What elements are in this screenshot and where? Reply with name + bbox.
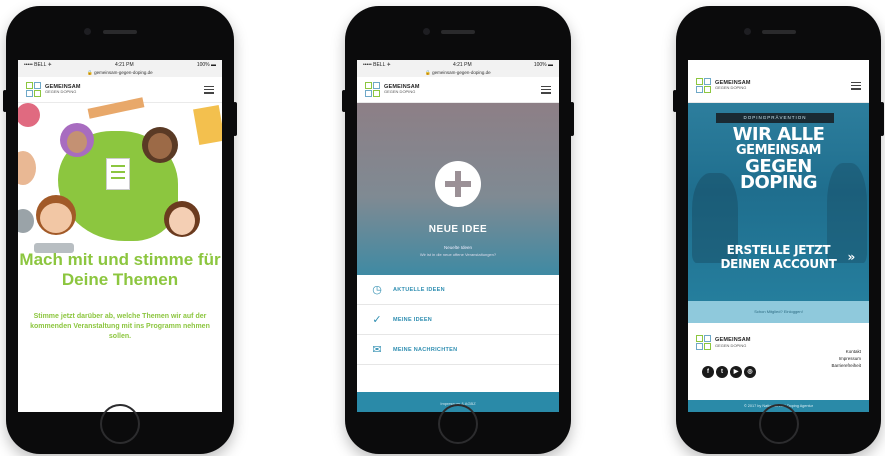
footer-link-contact[interactable]: Kontakt (831, 348, 861, 355)
home-button[interactable] (100, 404, 140, 444)
cta-line: ERSTELLE JETZT (726, 243, 831, 257)
youtube-icon[interactable]: ▶ (730, 366, 742, 378)
logo-subtitle: GEGEN DOPING (715, 342, 747, 348)
footer-links: Kontakt Impressum Barrierefreiheit (831, 348, 861, 369)
phone-screen: GEMEINSAM GEGEN DOPING DOPINGPRÄVENTION … (688, 60, 869, 412)
clock-label: 4:21 PM (452, 61, 472, 68)
person-avatar-icon (142, 127, 178, 163)
twitter-icon[interactable]: t (716, 366, 728, 378)
hamburger-menu-icon[interactable] (851, 81, 861, 90)
phone-side-button (233, 102, 237, 136)
carrier-label: ••••• BELL ✈ (363, 61, 391, 68)
battery-label: 100% ▬ (533, 61, 553, 68)
front-camera (84, 28, 91, 35)
home-button[interactable] (438, 404, 478, 444)
person-avatar-icon (60, 123, 94, 157)
battery-label: 100% ▬ (196, 61, 216, 68)
phone-side-button (3, 90, 7, 112)
menu-item-my-messages[interactable]: ✉ MEINE NACHRICHTEN (357, 335, 559, 365)
logo-subtitle: GEGEN DOPING (715, 85, 747, 91)
doping-prevention-ribbon: DOPINGPRÄVENTION (716, 113, 834, 123)
ruler-illustration (193, 105, 222, 145)
page-description: Stimme jetzt darüber ab, welche Themen w… (30, 313, 210, 340)
campaign-headline: WIR ALLE GEMEINSAM GEGEN DOPING (688, 124, 869, 193)
instagram-icon[interactable]: ◎ (744, 366, 756, 378)
site-header: GEMEINSAM GEGEN DOPING (18, 77, 222, 103)
site-header: GEMEINSAM GEGEN DOPING (688, 69, 869, 103)
footer-logo[interactable]: GEMEINSAM GEGEN DOPING (696, 335, 751, 351)
status-bar: ••••• BELL ✈ 4:21 PM 100% ▬ (18, 60, 222, 69)
logo-subtitle: GEGEN DOPING (45, 89, 77, 95)
address-bar[interactable]: 🔒 gemeinsam-gegen-doping.de (18, 69, 222, 77)
new-idea-description: Wir ist in die neue offene Veranstaltung… (419, 252, 497, 257)
phone-side-button (570, 102, 574, 136)
phone-screen: ••••• BELL ✈ 4:21 PM 100% ▬ 🔒 gemeinsam-… (357, 60, 559, 412)
menu-item-my-ideas[interactable]: ✓ MEINE IDEEN (357, 305, 559, 335)
menu-item-label: AKTUELLE IDEEN (393, 286, 445, 293)
chevron-right-icon: » (847, 250, 856, 264)
page-headline: Mach mit und stimme für Deine Themen (19, 250, 221, 289)
logo-subtitle: GEGEN DOPING (384, 89, 416, 95)
campaign-hero: DOPINGPRÄVENTION WIR ALLE GEMEINSAM GEGE… (688, 103, 869, 301)
site-logo[interactable]: GEMEINSAM GEGEN DOPING (696, 77, 751, 94)
social-links: f t ▶ ◎ (702, 366, 756, 378)
logo-mark-icon (26, 81, 42, 98)
cta-line: DEINEN ACCOUNT (720, 257, 837, 271)
front-camera (744, 28, 751, 35)
menu-item-label: MEINE NACHRICHTEN (393, 346, 458, 353)
person-avatar-icon (164, 201, 200, 237)
speaker-grille (441, 30, 475, 34)
phone-screen: ••••• BELL ✈ 4:21 PM 100% ▬ 🔒 gemeinsam-… (18, 60, 222, 412)
illustration (18, 97, 222, 253)
new-idea-subtitle: Neuelte Ideen (443, 245, 473, 250)
phone-mockup-3: GEMEINSAM GEGEN DOPING DOPINGPRÄVENTION … (673, 6, 884, 454)
home-button[interactable] (758, 404, 799, 444)
clock-icon: ◷ (372, 283, 382, 296)
phone-mockup-1: ••••• BELL ✈ 4:21 PM 100% ▬ 🔒 gemeinsam-… (3, 6, 237, 454)
kettlebell-illustration (18, 209, 34, 233)
hamburger-menu-icon[interactable] (541, 85, 551, 94)
site-logo[interactable]: GEMEINSAM GEGEN DOPING (365, 81, 420, 98)
document-icon (106, 158, 130, 190)
add-idea-plus-icon[interactable] (435, 161, 481, 207)
footer-link-imprint[interactable]: Impressum (831, 355, 861, 362)
headline-line: WIR ALLE (732, 124, 825, 145)
footer-link-accessibility[interactable]: Barrierefreiheit (831, 362, 861, 369)
speaker-grille (761, 30, 796, 34)
mockup-stage: ••••• BELL ✈ 4:21 PM 100% ▬ 🔒 gemeinsam-… (0, 0, 885, 456)
mail-icon: ✉ (372, 343, 382, 356)
check-icon: ✓ (372, 313, 382, 326)
person-avatar-icon (36, 195, 76, 235)
phone-side-button (342, 90, 346, 112)
logo-mark-icon (365, 81, 381, 98)
heart-illustration (18, 103, 40, 127)
clock-label: 4:21 PM (114, 61, 134, 68)
front-camera (423, 28, 430, 35)
logo-mark-icon (696, 77, 712, 94)
login-link[interactable]: Schon Mitglied? Einloggen! (688, 301, 869, 323)
menu-item-label: MEINE IDEEN (393, 316, 433, 323)
create-account-link[interactable]: ERSTELLE JETZT DEINEN ACCOUNT » (688, 243, 869, 271)
carrier-label: ••••• BELL ✈ (24, 61, 52, 68)
new-idea-hero: NEUE IDEE Neuelte Ideen Wir ist in die n… (357, 103, 559, 275)
facebook-icon[interactable]: f (702, 366, 714, 378)
headline-line: DOPING (740, 172, 817, 193)
new-idea-title[interactable]: NEUE IDEE (357, 224, 559, 235)
logo-mark-icon (696, 335, 712, 351)
speaker-grille (103, 30, 137, 34)
address-bar[interactable]: 🔒 gemeinsam-gegen-doping.de (357, 69, 559, 77)
status-bar: ••••• BELL ✈ 4:21 PM 100% ▬ (357, 60, 559, 69)
ball-illustration (18, 151, 36, 185)
menu-item-current-ideas[interactable]: ◷ AKTUELLE IDEEN (357, 275, 559, 305)
phone-side-button (673, 90, 677, 112)
site-logo[interactable]: GEMEINSAM GEGEN DOPING (26, 81, 81, 98)
phone-side-button (880, 102, 884, 136)
status-bar (688, 60, 869, 69)
site-header: GEMEINSAM GEGEN DOPING (357, 77, 559, 103)
ideas-menu: ◷ AKTUELLE IDEEN ✓ MEINE IDEEN ✉ MEINE N… (357, 275, 559, 365)
phone-mockup-2: ••••• BELL ✈ 4:21 PM 100% ▬ 🔒 gemeinsam-… (342, 6, 574, 454)
hamburger-menu-icon[interactable] (204, 85, 214, 94)
